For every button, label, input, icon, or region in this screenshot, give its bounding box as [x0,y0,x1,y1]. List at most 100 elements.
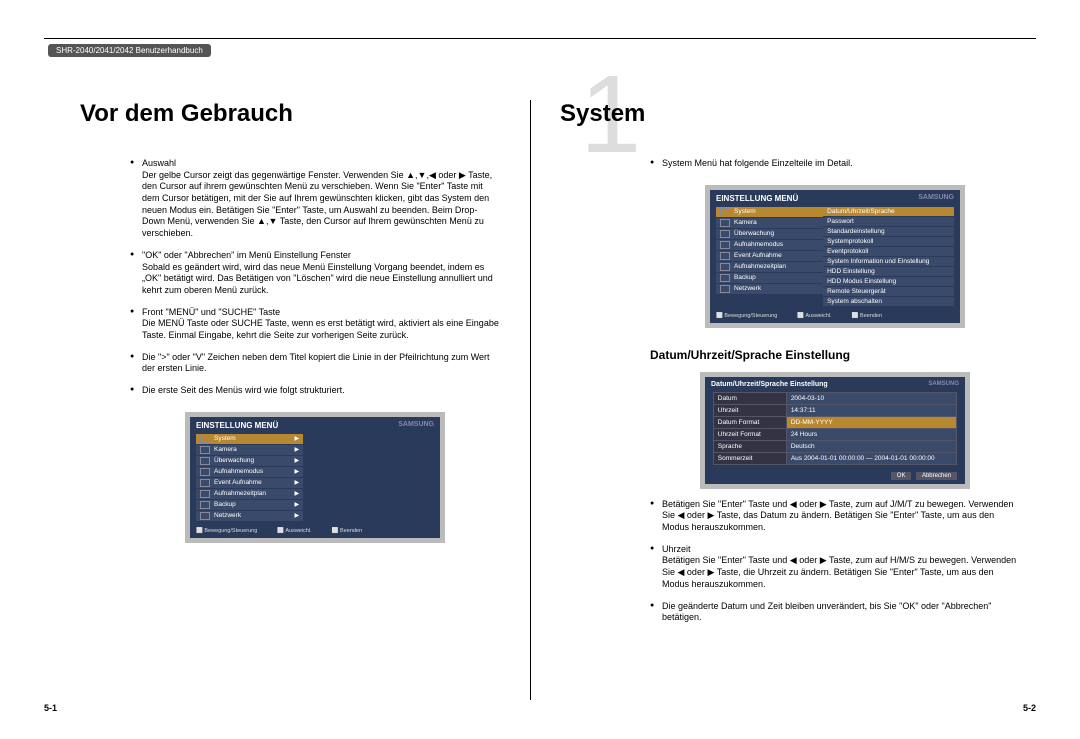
menu-row: Datum/Uhrzeit/Sprache [823,207,954,216]
menu-row: Aufnahmezeitplan [716,262,823,272]
menu1-title: EINSTELLUNG MENÜ [196,421,278,430]
menu-screenshot-2: EINSTELLUNG MENÜ SAMSUNG System Kamera Übe… [705,185,965,328]
menu-item-icon [200,512,210,520]
menu-item-icon [200,446,210,454]
settings-label: Uhrzeit Format [713,428,786,440]
menu-row: System [716,207,823,217]
settings-row: Datum FormatDD-MM-YYYY [713,416,956,428]
bullet-head: Auswahl [142,158,500,170]
bullet-item: Die geänderte Datum und Zeit bleiben unv… [650,601,1020,624]
chevron-right-icon: ▶ [294,446,299,453]
page-number-right: 5-2 [1023,703,1036,713]
menu-item-label: Aufnahmezeitplan [734,263,786,270]
menu-row: Aufnahmemodus▶ [196,467,303,477]
menu-row: Kamera [716,218,823,228]
settings-label: Uhrzeit [713,404,786,416]
menu-row: Aufnahmezeitplan▶ [196,489,303,499]
menu-row: Remote Steuergerät [823,287,954,296]
menu-item-label: System abschalten [827,298,882,305]
left-bullet-list: AuswahlDer gelbe Cursor zeigt das gegenw… [130,158,500,397]
settings-value: 2004-03-10 [786,392,956,404]
right-content: System Menü hat folgende Einzelteile im … [650,158,1020,328]
cancel-button: Abbrechen [916,472,957,480]
bullet-item: Die ">" oder "V" Zeichen neben dem Titel… [130,352,500,375]
menu-item-label: Überwachung [734,230,774,237]
chevron-right-icon: ▶ [294,479,299,486]
menu-item-icon [200,501,210,509]
menu-item-label: Passwort [827,218,854,225]
footer-hint: ⬜ Ausweichl. [797,313,831,319]
settings-label: Sprache [713,440,786,452]
settings-row: Uhrzeit Format24 Hours [713,428,956,440]
menu-row: Backup [716,273,823,283]
menu-row: System▶ [196,434,303,444]
settings-row: SommerzeitAus 2004-01-01 00:00:00 — 2004… [713,452,956,464]
menu-item-icon [200,435,210,443]
menu-item-icon [720,241,730,249]
ok-button: OK [891,472,912,480]
bullet-body: Der gelbe Cursor zeigt das gegenwärtige … [142,170,500,240]
settings-label: Datum [713,392,786,404]
footer-hint: ⬜ Bewegung/Steuerung [196,528,257,534]
bullet-item: Front "MENÜ" und "SUCHE" TasteDie MENÜ T… [130,307,500,342]
settings-value: 24 Hours [786,428,956,440]
menu-item-icon [720,219,730,227]
settings-table: Datum2004-03-10Uhrzeit14:37:11Datum Form… [713,392,957,465]
left-page: Vor dem Gebrauch AuswahlDer gelbe Cursor… [80,100,500,558]
samsung-logo: SAMSUNG [398,421,434,428]
left-heading: Vor dem Gebrauch [80,100,500,128]
menu2-footer: ⬜ Bewegung/Steuerung⬜ Ausweichl.⬜ Beende… [710,311,960,323]
menu-item-label: System [734,208,756,215]
menu-item-label: HDD Einstellung [827,268,875,275]
bullet-item: Betätigen Sie "Enter" Taste und ◀ oder ▶… [650,499,1020,534]
header-rule [44,38,1036,39]
menu-row: Netzwerk [716,284,823,294]
manual-page-spread: SHR-2040/2041/2042 Benutzerhandbuch 1 Vo… [0,0,1080,739]
menu-item-icon [720,252,730,260]
bullet-body: Die erste Seit des Menüs wird wie folgt … [142,385,500,397]
samsung-logo: SAMSUNG [918,194,954,201]
menu-item-label: Aufnahmezeitplan [214,490,266,497]
menu-item-label: Event Aufnahme [734,252,782,259]
menu1-footer: ⬜ Bewegung/Steuerung⬜ Ausweichl.⬜ Beende… [190,526,440,538]
settings-row: SpracheDeutsch [713,440,956,452]
menu-item-label: Remote Steuergerät [827,288,886,295]
page-number-left: 5-1 [44,703,57,713]
menu-item-label: Kamera [734,219,757,226]
settings-value: Aus 2004-01-01 00:00:00 — 2004-01-01 00:… [786,452,956,464]
chevron-right-icon: ▶ [294,501,299,508]
bullet-body: Die ">" oder "V" Zeichen neben dem Titel… [142,352,500,375]
menu-row: Eventprotokoll [823,247,954,256]
menu-item-label: Event Aufnahme [214,479,262,486]
menu-item-label: Backup [734,274,756,281]
settings-value: DD-MM-YYYY [786,416,956,428]
menu-row: Kamera▶ [196,445,303,455]
menu-row: System Information und Einstellung [823,257,954,266]
menu-row: Aufnahmemodus [716,240,823,250]
menu-item-icon [720,230,730,238]
settings-screenshot: Datum/Uhrzeit/Sprache Einstellung SAMSUN… [700,372,970,489]
menu-item-label: Datum/Uhrzeit/Sprache [827,208,895,215]
menu2-right-list: Datum/Uhrzeit/SprachePasswortStandardein… [823,207,954,307]
menu-row: Netzwerk▶ [196,511,303,521]
samsung-logo: SAMSUNG [928,381,959,387]
menu2-title: EINSTELLUNG MENÜ [716,194,798,203]
menu-row: Passwort [823,217,954,226]
settings-title: Datum/Uhrzeit/Sprache Einstellung [711,381,828,388]
settings-row: Datum2004-03-10 [713,392,956,404]
menu-row: HDD Modus Einstellung [823,277,954,286]
menu-row: Event Aufnahme ▶ [196,478,303,488]
menu-item-label: Systemprotokoll [827,238,873,245]
right-page: System System Menü hat folgende Einzelte… [560,100,1020,634]
chevron-right-icon: ▶ [294,435,299,442]
menu-row: Backup▶ [196,500,303,510]
bullet-item: AuswahlDer gelbe Cursor zeigt das gegenw… [130,158,500,240]
menu-item-label: Aufnahmemodus [734,241,783,248]
page-divider [530,100,531,700]
chevron-right-icon: ▶ [294,468,299,475]
menu-item-icon [720,208,730,216]
menu-item-label: Netzwerk [734,285,761,292]
bullet-item: "OK" oder "Abbrechen" im Menü Einstellun… [130,250,500,297]
menu-item-icon [200,457,210,465]
menu-row: Event Aufnahme [716,251,823,261]
